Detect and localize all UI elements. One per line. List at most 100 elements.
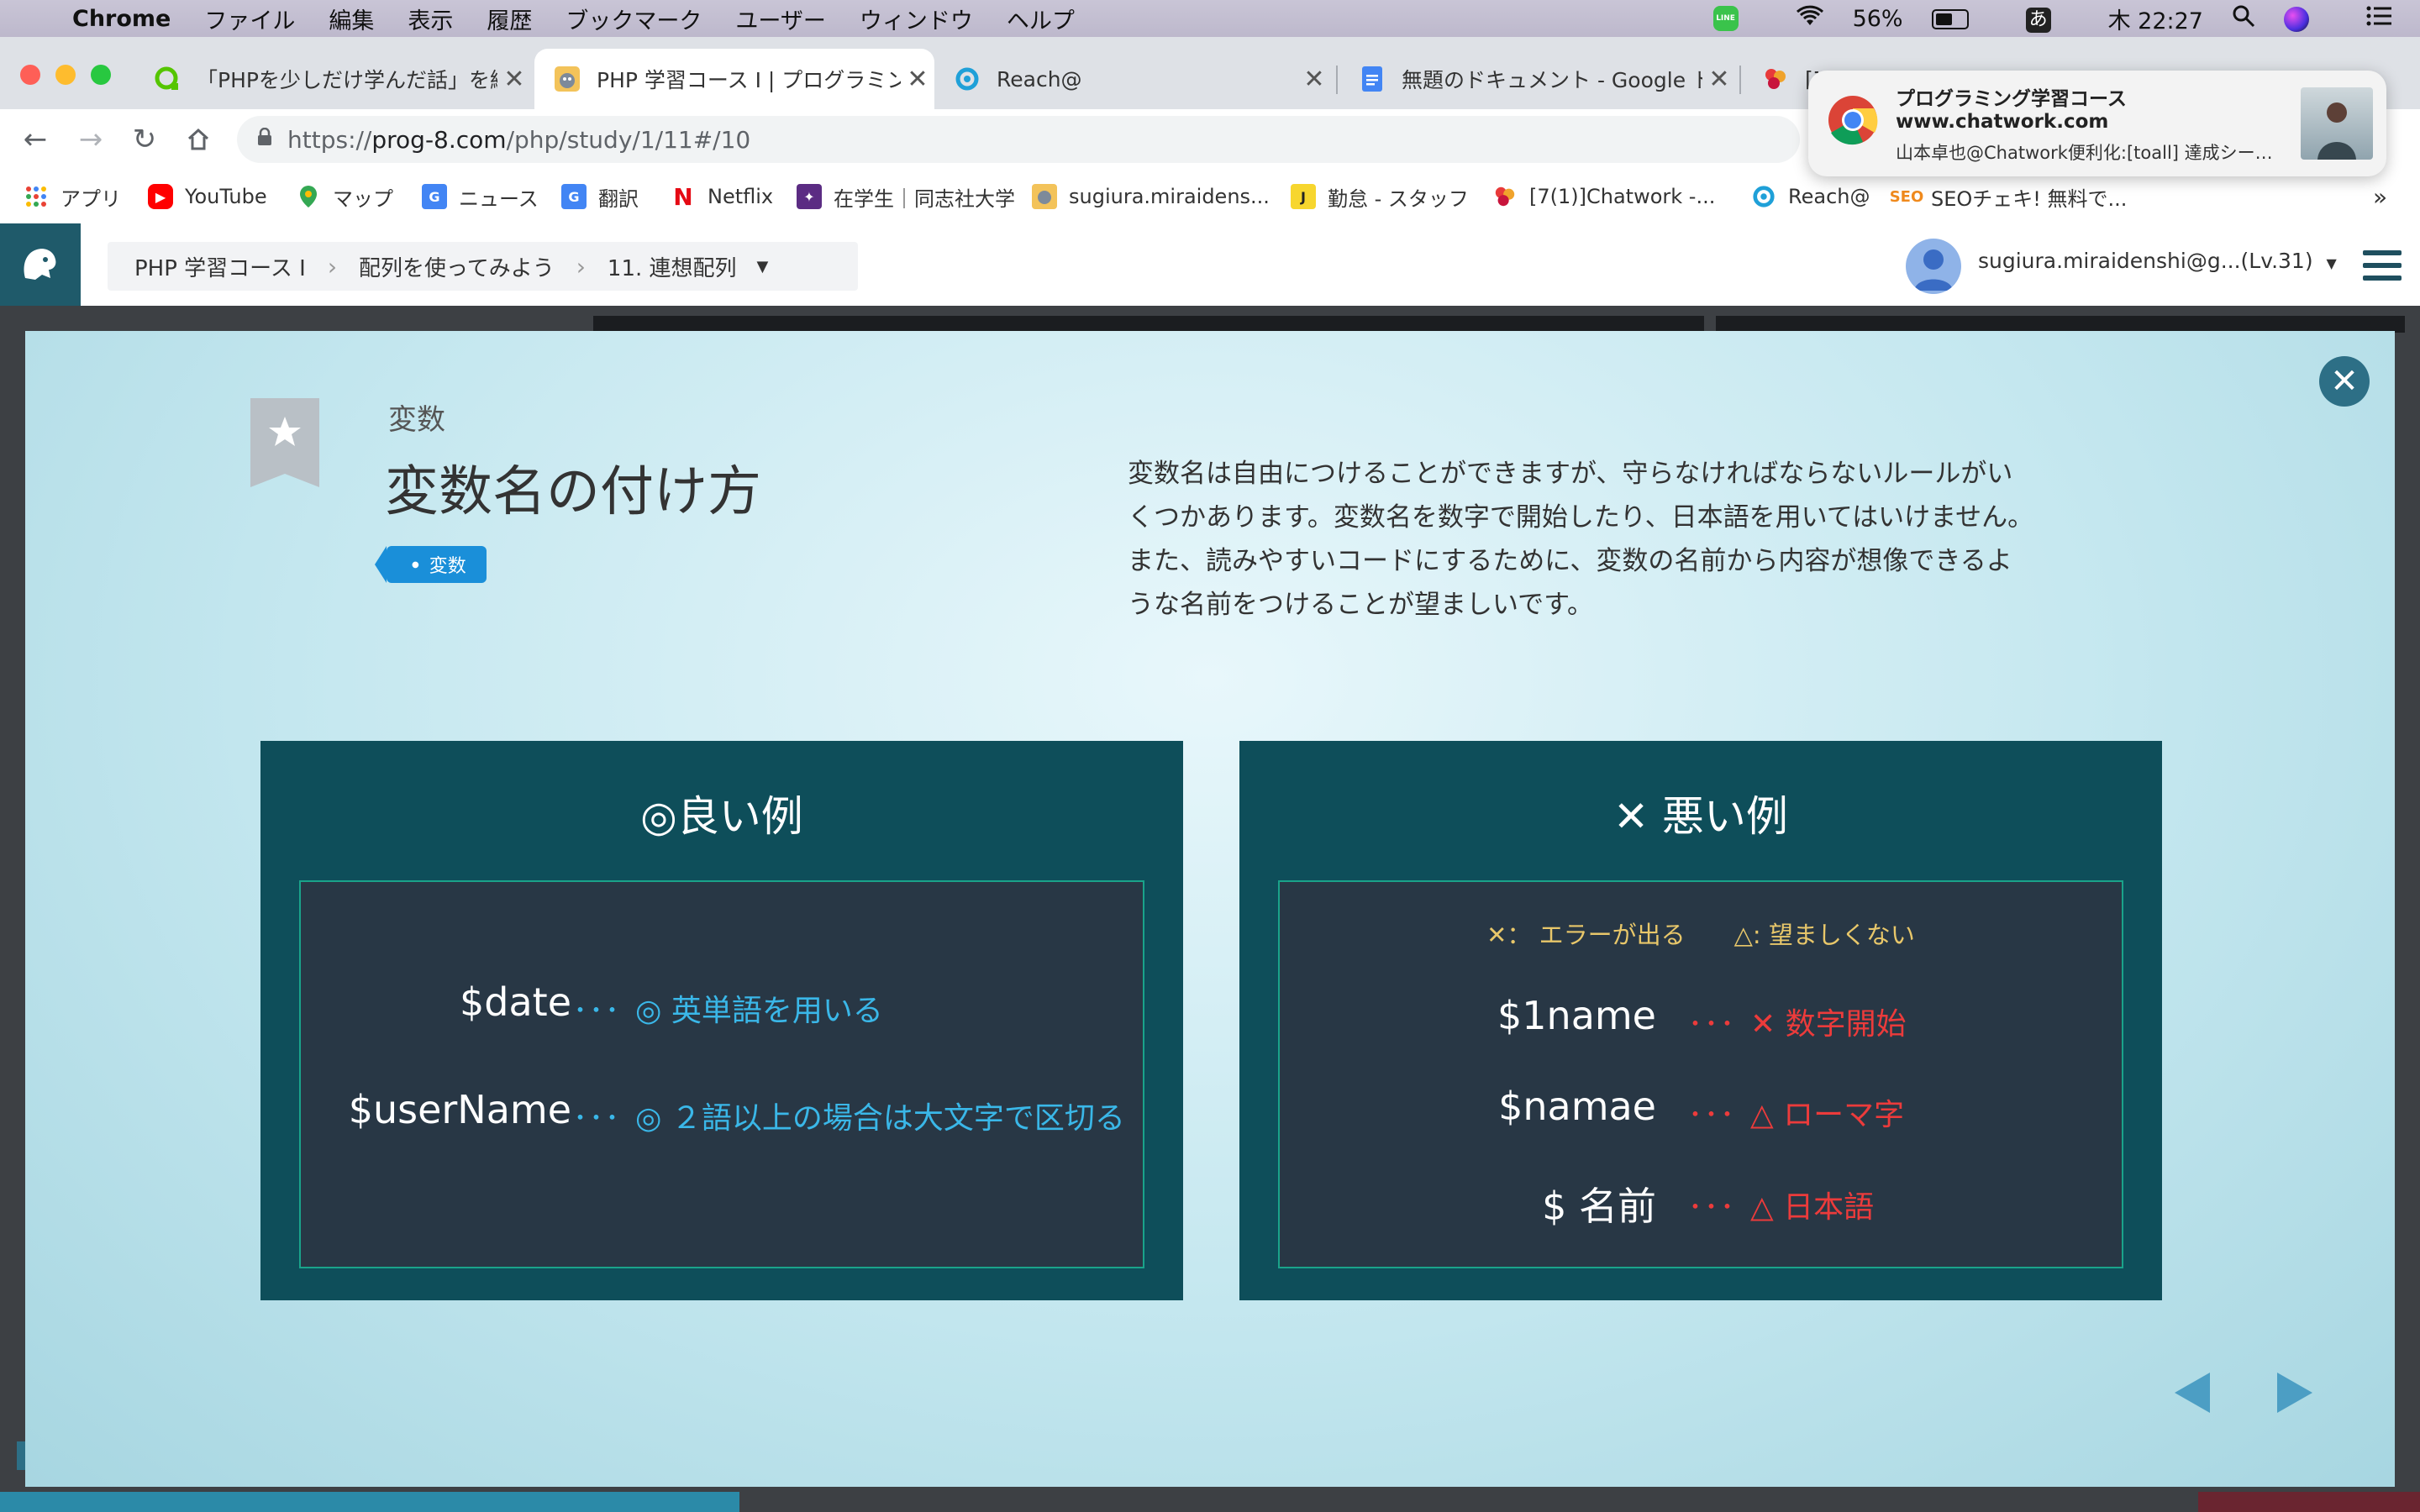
tab-close-icon[interactable]: ✕ — [1702, 65, 1736, 94]
wifi-icon[interactable] — [1796, 5, 1824, 33]
tab-php-course[interactable]: PHP 学習コース I | プログラミング ✕ — [534, 49, 934, 109]
chevron-down-icon[interactable]: ▼ — [757, 258, 769, 276]
user-name: sugiura.miraidenshi@g...(Lv.31) — [1978, 249, 2313, 273]
window-close-button[interactable] — [20, 65, 40, 85]
breadcrumb-course[interactable]: PHP 学習コース Ⅰ — [134, 251, 306, 282]
bookmark-news[interactable]: G ニュース — [422, 180, 539, 213]
url-host: prog-8.com — [371, 125, 507, 154]
bookmark-label: Reach@ — [1788, 185, 1870, 208]
bookmark-apps[interactable]: アプリ — [24, 180, 121, 213]
user-menu[interactable]: sugiura.miraidenshi@g...(Lv.31) ▼ — [1978, 249, 2337, 273]
lock-icon[interactable] — [257, 127, 272, 151]
breadcrumb-chapter[interactable]: 配列を使ってみよう — [359, 251, 555, 282]
site-header: PHP 学習コース Ⅰ › 配列を使ってみよう › 11. 連想配列 ▼ sug… — [0, 223, 2420, 306]
notification-thumbnail — [2301, 87, 2373, 160]
tab-chatwork[interactable]: [7 — [1743, 49, 1818, 109]
apps-grid-icon — [24, 184, 49, 209]
home-icon[interactable] — [180, 121, 217, 158]
tab-google-docs[interactable]: 無題のドキュメント - Google ドキ ✕ — [1339, 49, 1736, 109]
bookmark-maps[interactable]: マップ — [296, 180, 393, 213]
input-method-icon[interactable]: あ — [2025, 5, 2080, 33]
notification-site: www.chatwork.com — [1896, 111, 2109, 133]
tab-close-icon[interactable]: ✕ — [901, 65, 934, 94]
breadcrumb: PHP 学習コース Ⅰ › 配列を使ってみよう › 11. 連想配列 ▼ — [108, 242, 858, 291]
description-line: また、読みやすいコードにするために、変数の名前から内容が想像できるよ — [1128, 546, 2012, 576]
bad-examples-title: ✕ 悪い例 — [1613, 792, 1788, 841]
tab-close-icon[interactable]: ✕ — [497, 65, 531, 94]
window-minimize-button[interactable] — [55, 65, 76, 85]
bookmarks-overflow-button[interactable]: » — [2373, 180, 2387, 213]
bookmark-kintai[interactable]: J 勤怠 - スタッフ — [1291, 180, 1469, 213]
qiita-favicon-icon — [155, 66, 180, 92]
spotlight-search-icon[interactable] — [2232, 4, 2255, 34]
reload-icon[interactable]: ↻ — [126, 121, 163, 158]
code-example: $1name — [1497, 993, 1656, 1038]
menu-view[interactable]: 表示 — [408, 3, 453, 35]
clock[interactable]: 木 22:27 — [2108, 3, 2203, 35]
tag-badge[interactable]: ● 変数 — [375, 546, 487, 583]
breadcrumb-lesson[interactable]: 11. 連想配列 — [608, 251, 737, 282]
back-icon[interactable]: ← — [17, 121, 54, 158]
bad-legend: ✕： エラーが出る △: 望ましくない — [1486, 921, 1915, 949]
avatar[interactable] — [1906, 239, 1961, 294]
menu-window[interactable]: ウィンドウ — [860, 3, 973, 35]
chrome-notification[interactable]: プログラミング学習コース www.chatwork.com 山本卓也@Chatw… — [1808, 71, 2386, 176]
bookmark-sugiura[interactable]: sugiura.miraidens... — [1032, 180, 1270, 213]
chrome-logo-icon — [1827, 94, 1879, 146]
close-icon[interactable]: ✕ — [2319, 356, 2370, 407]
menu-users[interactable]: ユーザー — [735, 3, 825, 35]
bookmark-label: sugiura.miraidens... — [1069, 185, 1270, 208]
bookmark-youtube[interactable]: ▶ YouTube — [148, 180, 267, 213]
google-maps-icon — [296, 184, 321, 209]
hamburger-menu-icon[interactable] — [2363, 249, 2402, 286]
bookmark-label: SEOチェキ! 無料で... — [1931, 186, 2128, 211]
progate-logo-icon[interactable] — [0, 223, 81, 306]
notification-body: 山本卓也@Chatwork便利化:[toall] 達成シー… — [1896, 143, 2273, 163]
good-examples-box: $date ･･･ ◎ 英単語を用いる $userName ･･･ ◎ ２語以上… — [299, 880, 1144, 1268]
next-slide-arrow-icon[interactable] — [2277, 1373, 2312, 1413]
page-footer-strip — [0, 1492, 2420, 1512]
battery-icon[interactable] — [1931, 6, 1997, 32]
previous-slide-arrow-icon[interactable] — [2175, 1373, 2210, 1413]
siri-icon[interactable] — [2284, 5, 2338, 32]
menu-app-name[interactable]: Chrome — [72, 6, 171, 32]
ellipsis: ･･･ — [1688, 1099, 1736, 1132]
bookmarks-bar: アプリ ▶ YouTube マップ G ニュース G 翻訳 N Netflix … — [0, 170, 2420, 224]
menu-history[interactable]: 履歴 — [487, 3, 532, 35]
bad-note: △ 日本語 — [1750, 1190, 1875, 1225]
tab-php-article[interactable]: 「PHPを少しだけ学んだ話」を編集 ✕ — [134, 49, 531, 109]
menu-file[interactable]: ファイル — [204, 3, 295, 35]
bookmark-seo[interactable]: SEO SEOチェキ! 無料で... — [1890, 180, 2128, 213]
battery-percent: 56% — [1852, 5, 1903, 32]
bookmark-label: 勤怠 - スタッフ — [1328, 186, 1469, 211]
menu-help[interactable]: ヘルプ — [1007, 3, 1075, 35]
bookmark-star-icon[interactable] — [250, 398, 319, 491]
menu-edit[interactable]: 編集 — [329, 3, 374, 35]
forward-icon[interactable]: → — [72, 121, 109, 158]
good-examples-card: ◎良い例 $date ･･･ ◎ 英単語を用いる $userName ･･･ ◎… — [260, 741, 1183, 1300]
tab-title: PHP 学習コース I | プログラミング — [597, 68, 901, 92]
tab-title: 無題のドキュメント - Google ドキ — [1402, 68, 1702, 92]
notification-center-icon[interactable] — [2366, 6, 2391, 32]
address-bar[interactable]: https://prog-8.com/php/study/1/11#/10 — [237, 116, 1800, 163]
tab-title: 「PHPを少しだけ学んだ話」を編集 — [197, 68, 497, 92]
bookmark-translate[interactable]: G 翻訳 — [561, 180, 639, 213]
window-zoom-button[interactable] — [91, 65, 111, 85]
tab-close-icon[interactable]: ✕ — [1297, 65, 1331, 94]
bookmark-doshisha[interactable]: ✦ 在学生｜同志社大学 — [797, 180, 1015, 213]
bookmark-netflix[interactable]: N Netflix — [671, 180, 773, 213]
good-note: ◎ 英単語を用いる — [635, 994, 883, 1028]
line-icon[interactable]: LINE — [1712, 6, 1767, 31]
menu-bookmarks[interactable]: ブックマーク — [566, 3, 702, 35]
bookmark-chatwork[interactable]: [7(1)]Chatwork -... — [1492, 180, 1715, 213]
google-docs-favicon-icon — [1360, 66, 1385, 92]
line-icon-label: LINE — [1712, 6, 1739, 31]
bookmark-reach[interactable]: Reach@ — [1751, 180, 1870, 213]
bookmark-label: アプリ — [60, 186, 121, 211]
jobcan-icon: J — [1291, 184, 1316, 209]
ellipsis: ･･･ — [573, 1102, 621, 1136]
code-example: $namae — [1498, 1084, 1656, 1129]
tab-title: Reach@ — [997, 66, 1082, 92]
tab-reach[interactable]: Reach@ ✕ — [934, 49, 1331, 109]
bookmark-label: 在学生｜同志社大学 — [834, 186, 1015, 211]
